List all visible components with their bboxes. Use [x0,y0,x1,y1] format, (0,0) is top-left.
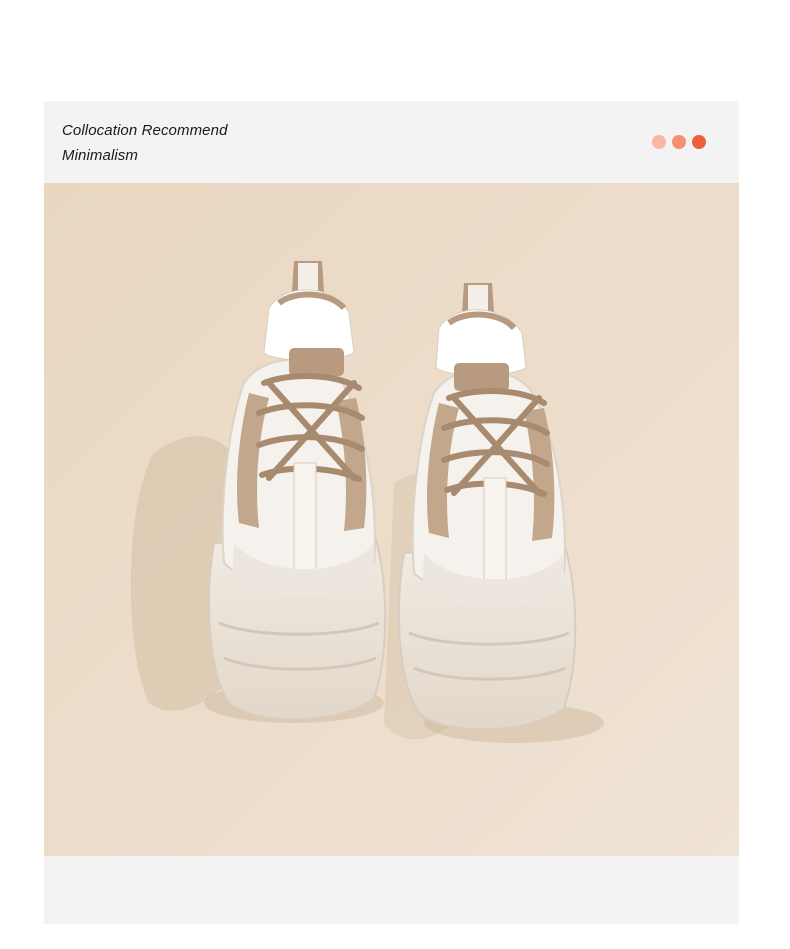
bottom-strip [44,856,739,924]
indicator-dot-2 [672,135,686,149]
product-photo [44,183,739,856]
collocation-title: Collocation Recommend [62,122,228,139]
card-header: Collocation Recommend Minimalism [44,101,739,183]
product-card: Collocation Recommend Minimalism [44,101,739,924]
indicator-dot-3 [692,135,706,149]
indicator-dot-1 [652,135,666,149]
indicator-dots [652,135,706,149]
sneakers-illustration [44,183,739,856]
style-subtitle: Minimalism [62,147,138,164]
